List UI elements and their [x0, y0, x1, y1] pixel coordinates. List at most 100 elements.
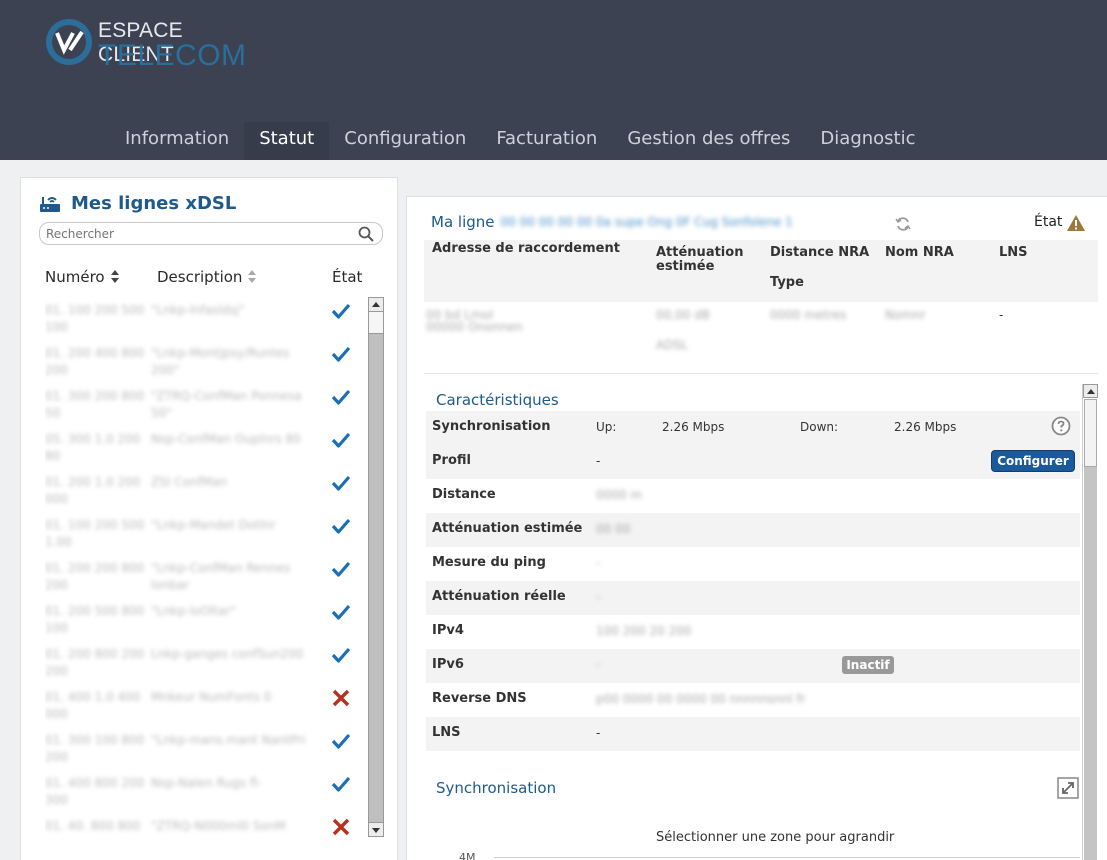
sort-icon: [110, 270, 120, 284]
scroll-thumb[interactable]: [1084, 399, 1097, 467]
line-row[interactable]: 01. 300 200 800 50 "ZTRQ-ConfMan Ponnesa …: [45, 382, 363, 425]
line-row[interactable]: 05. 300 1.0 200 80 Nsp-ConfMan Ouplnrs 80: [45, 425, 363, 468]
col-header-etat-label: État: [332, 268, 363, 286]
label-synchronisation: Synchronisation: [432, 419, 551, 434]
row-distance: Distance 0000 m: [426, 479, 1080, 513]
line-row[interactable]: 01. 400 800 200 300 Nsp-Nalen Rugs fl-: [45, 769, 363, 812]
nav-statut[interactable]: Statut: [244, 122, 330, 160]
line-row[interactable]: 01. 100 200 500 1.00 "Lnkp-Mandet Dotlnr: [45, 511, 363, 554]
configure-button[interactable]: Configurer: [991, 450, 1075, 472]
value-attenuation: 00,00 dB: [656, 308, 711, 322]
scroll-thumb[interactable]: [369, 312, 383, 334]
line-info-table: Adresse de raccordement Atténuation esti…: [424, 240, 1098, 362]
check-icon: [331, 775, 351, 793]
scroll-down-button[interactable]: [369, 822, 383, 836]
scroll-up-button[interactable]: [1083, 384, 1098, 398]
line-row[interactable]: 01. 40. 800 800 "ZTRQ-N000ml0 SonM: [45, 812, 363, 841]
nav-facturation[interactable]: Facturation: [481, 122, 612, 160]
line-description: "Lnkp-loOltar": [151, 604, 236, 618]
check-icon: [331, 732, 351, 750]
state-label: État: [1034, 214, 1063, 230]
router-icon: [40, 197, 60, 212]
main-nav: Information Statut Configuration Factura…: [110, 122, 931, 160]
lines-scrollbar[interactable]: [368, 297, 384, 837]
value-distance: 0000 m: [596, 488, 643, 502]
line-row[interactable]: 01. 200 1.0 200 000 ZSI ConfMan: [45, 468, 363, 511]
nav-configuration[interactable]: Configuration: [329, 122, 481, 160]
brand-logo-icon: [46, 19, 92, 65]
chart-y-tick: 4M: [459, 851, 476, 860]
line-detail-heading: Ma ligne: [431, 213, 495, 231]
header-lns: LNS: [999, 245, 1028, 260]
value-ipv6: -: [596, 658, 601, 672]
up-label: Up:: [596, 420, 617, 434]
row-attenuation-estimee: Atténuation estimée 00 00: [426, 513, 1080, 547]
expand-icon[interactable]: [1057, 777, 1079, 799]
help-icon[interactable]: [1051, 416, 1071, 436]
check-icon: [331, 646, 351, 664]
line-description: "Lnkp-mans.mant NantPri: [151, 733, 306, 747]
col-header-etat: État: [332, 268, 362, 286]
nav-diagnostic[interactable]: Diagnostic: [805, 122, 930, 160]
label-reverse-dns: Reverse DNS: [432, 691, 527, 706]
label-attenuation-reelle: Atténuation réelle: [432, 589, 566, 604]
check-icon: [331, 603, 351, 621]
header-adresse: Adresse de raccordement: [432, 241, 620, 256]
search-icon[interactable]: [358, 226, 374, 242]
col-header-description[interactable]: Description: [157, 268, 257, 286]
value-attenuation-reelle: -: [596, 590, 601, 604]
row-attenuation-reelle: Atténuation réelle -: [426, 581, 1080, 615]
col-header-numero[interactable]: Numéro: [45, 268, 120, 286]
up-value: 2.26 Mbps: [662, 420, 725, 434]
line-row[interactable]: 01. 400 1.0 400 000 Mnkeur NumFonts 0: [45, 683, 363, 726]
value-distance-nra: 0000 metres: [770, 308, 847, 322]
label-ping: Mesure du ping: [432, 555, 546, 570]
line-number: 01. 200 800 200 200: [45, 647, 145, 678]
top-header: ESPACE CLIENT TELECOM Information Statut…: [0, 0, 1107, 160]
brand-logo[interactable]: ESPACE CLIENT TELECOM: [44, 17, 246, 77]
value-ping: -: [596, 556, 601, 570]
lines-list: 01. 100 200 500 100 "Lnkp-lnfasldsj" 01. 2…: [45, 296, 363, 841]
check-icon: [331, 302, 351, 320]
down-label: Down:: [800, 420, 839, 434]
line-row[interactable]: 01. 200 500 800 100 "Lnkp-loOltar": [45, 597, 363, 640]
nav-gestion-offres[interactable]: Gestion des offres: [612, 122, 805, 160]
check-icon: [331, 431, 351, 449]
check-icon: [331, 345, 351, 363]
line-number: 01. 100 200 500 100: [45, 303, 145, 334]
row-ipv6: IPv6 - Inactif: [426, 649, 1080, 683]
scroll-up-button[interactable]: [369, 298, 383, 312]
line-row[interactable]: 01. 300 100 800 200 "Lnkp-mans.mant NantP…: [45, 726, 363, 769]
warning-icon: [1067, 215, 1085, 231]
line-row[interactable]: 01. 200 400 800 200 "Lnkp-Montjpsy/Runtes…: [45, 339, 363, 382]
row-synchronisation: Synchronisation Up: 2.26 Mbps Down: 2.26…: [426, 411, 1080, 445]
error-x-icon: [331, 818, 351, 836]
refresh-icon[interactable]: [895, 216, 911, 232]
line-number: 01. 400 1.0 400 000: [45, 690, 141, 721]
row-ipv4: IPv4 100 200 20 200: [426, 615, 1080, 649]
line-number: 01. 40. 800 800: [45, 819, 141, 833]
value-attenuation-estimee: 00 00: [596, 522, 631, 536]
search-input[interactable]: [40, 223, 340, 244]
ipv6-status-badge: Inactif: [842, 656, 894, 674]
line-row[interactable]: 01. 200 800 200 200 Lnkp-ganges confSun20…: [45, 640, 363, 683]
row-lns: LNS -: [426, 717, 1080, 751]
check-icon: [331, 517, 351, 535]
check-icon: [331, 474, 351, 492]
line-row[interactable]: 01. 100 200 500 100 "Lnkp-lnfasldsj": [45, 296, 363, 339]
error-x-icon: [331, 689, 351, 707]
detail-scrollbar[interactable]: [1082, 384, 1098, 860]
line-description: "Lnkp-ConfMan Rennes lonbar: [151, 561, 291, 592]
line-row[interactable]: 01. 200 200 800 200 "Lnkp-ConfMan Rennes …: [45, 554, 363, 597]
line-info-values: 00 bd Lmol 00000 Ononnen 00,00 dB ADSL 0…: [424, 302, 1098, 362]
nav-information[interactable]: Information: [110, 122, 244, 160]
scroll-track[interactable]: [1084, 467, 1097, 860]
value-adresse-2: 00000 Ononnen: [426, 320, 523, 334]
line-detail-title: Ma ligne 00 00 00 00 00 0a supe Ong 0F C…: [431, 213, 793, 231]
line-description: Nsp-Nalen Rugs fl-: [151, 776, 262, 790]
down-value: 2.26 Mbps: [894, 420, 957, 434]
value-lns: -: [999, 308, 1004, 322]
line-identifier: 00 00 00 00 00 0a supe Ong 0F Cug Sonfol…: [500, 215, 793, 229]
line-number: 01. 300 200 800 50: [45, 389, 145, 420]
line-number: 01. 300 100 800 200: [45, 733, 145, 764]
